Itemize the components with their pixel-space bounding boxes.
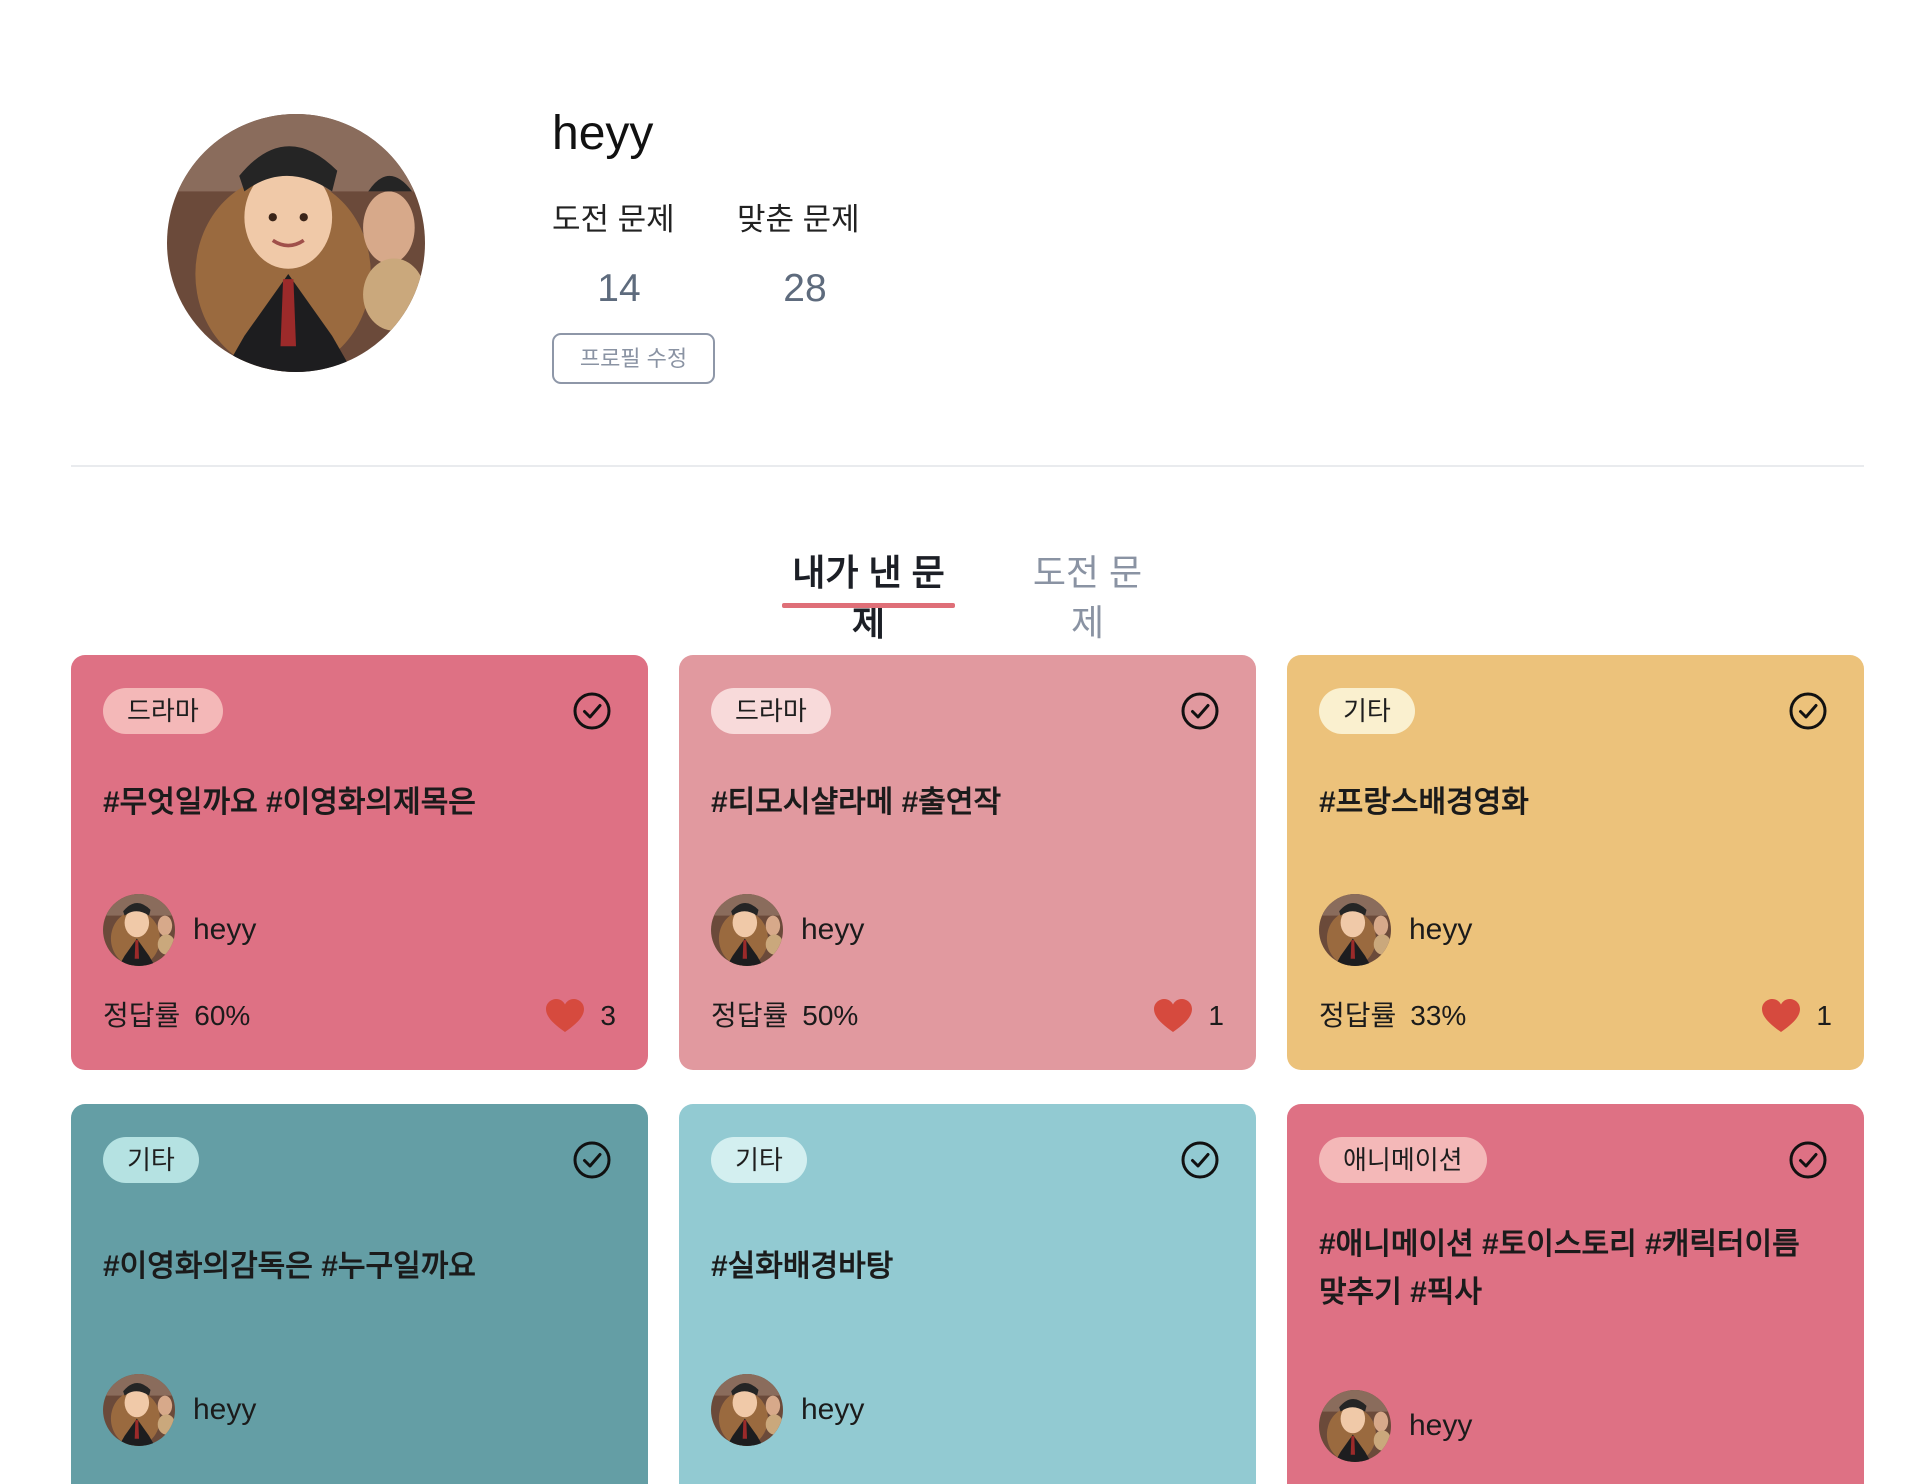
correct-rate-value: 33% — [1410, 1000, 1467, 1031]
avatar-photo — [711, 894, 783, 966]
author-avatar — [711, 894, 783, 966]
author-name: heyy — [1409, 1409, 1473, 1442]
problem-author: heyy — [1319, 894, 1472, 966]
correct-rate-label: 정답률 — [103, 1000, 181, 1031]
category-tag: 드라마 — [103, 688, 223, 734]
author-name: heyy — [801, 1393, 865, 1426]
profile-username: heyy — [552, 107, 654, 160]
check-circle-icon[interactable] — [1180, 1140, 1220, 1180]
problem-title: #이영화의감독은 #누구일까요 — [103, 1250, 476, 1283]
author-name: heyy — [193, 913, 257, 946]
problem-card[interactable]: 기타 #실화배경바탕 heyy — [679, 1104, 1256, 1484]
avatar-photo — [711, 1374, 783, 1446]
author-name: heyy — [801, 913, 865, 946]
problem-author: heyy — [711, 1374, 864, 1446]
author-name: heyy — [1409, 913, 1473, 946]
like-area[interactable]: 1 — [1152, 998, 1224, 1034]
avatar-photo — [167, 114, 425, 372]
avatar-photo — [1319, 894, 1391, 966]
problem-author: heyy — [103, 894, 256, 966]
heart-icon[interactable] — [1760, 998, 1802, 1034]
stat-value-solved: 28 — [783, 267, 827, 310]
section-divider — [71, 465, 1864, 467]
like-area[interactable]: 1 — [1760, 998, 1832, 1034]
check-circle-icon[interactable] — [572, 1140, 612, 1180]
category-tag: 기타 — [1319, 688, 1415, 734]
problem-title: #무엇일까요 #이영화의제목은 — [103, 786, 476, 819]
stat-label-solved: 맞춘 문제 — [737, 202, 860, 237]
author-avatar — [103, 894, 175, 966]
author-avatar — [1319, 894, 1391, 966]
check-circle-icon[interactable] — [1788, 691, 1828, 731]
problem-card[interactable]: 기타 #이영화의감독은 #누구일까요 heyy — [71, 1104, 648, 1484]
tab-challenged-problems[interactable]: 도전 문제 — [1020, 548, 1155, 643]
problem-title: #실화배경바탕 — [711, 1250, 894, 1283]
correct-rate-label: 정답률 — [1319, 1000, 1397, 1031]
avatar-photo — [1319, 1390, 1391, 1462]
check-circle-icon[interactable] — [1788, 1140, 1828, 1180]
correct-rate: 정답률 60% — [103, 998, 250, 1034]
check-circle-icon[interactable] — [572, 691, 612, 731]
like-area[interactable]: 3 — [544, 998, 616, 1034]
problem-author: heyy — [1319, 1390, 1472, 1462]
avatar-photo — [103, 894, 175, 966]
like-count: 1 — [1816, 1000, 1832, 1031]
stat-value-challenged: 14 — [597, 267, 641, 310]
category-tag: 기타 — [103, 1137, 199, 1183]
author-avatar — [711, 1374, 783, 1446]
problem-card[interactable]: 애니메이션 #애니메이션 #토이스토리 #캐릭터이름 맞추기 #픽사 heyy — [1287, 1104, 1864, 1484]
problem-author: heyy — [711, 894, 864, 966]
heart-icon[interactable] — [1152, 998, 1194, 1034]
correct-rate: 정답률 33% — [1319, 998, 1466, 1034]
problem-title: #티모시샬라메 #출연작 — [711, 786, 1002, 819]
problem-title: #애니메이션 #토이스토리 #캐릭터이름 맞추기 #픽사 — [1319, 1228, 1800, 1309]
profile-avatar[interactable] — [167, 114, 425, 372]
correct-rate: 정답률 50% — [711, 998, 858, 1034]
problem-title: #프랑스배경영화 — [1319, 786, 1529, 819]
correct-rate-value: 60% — [194, 1000, 251, 1031]
profile-page: heyy 도전 문제 맞춘 문제 14 28 프로필 수정 내가 낸 문제 도전… — [0, 0, 1930, 1484]
author-avatar — [1319, 1390, 1391, 1462]
stat-label-challenged: 도전 문제 — [552, 202, 675, 237]
correct-rate-value: 50% — [802, 1000, 859, 1031]
like-count: 1 — [1208, 1000, 1224, 1031]
edit-profile-button[interactable]: 프로필 수정 — [552, 333, 715, 384]
avatar-photo — [103, 1374, 175, 1446]
author-avatar — [103, 1374, 175, 1446]
author-name: heyy — [193, 1393, 257, 1426]
problem-card[interactable]: 기타 #프랑스배경영화 heyy 정답률 33% 1 — [1287, 655, 1864, 1070]
heart-icon[interactable] — [544, 998, 586, 1034]
tab-my-problems[interactable]: 내가 낸 문제 — [782, 548, 955, 643]
check-circle-icon[interactable] — [1180, 691, 1220, 731]
problem-card[interactable]: 드라마 #티모시샬라메 #출연작 heyy 정답률 50% 1 — [679, 655, 1256, 1070]
category-tag: 애니메이션 — [1319, 1137, 1487, 1183]
category-tag: 드라마 — [711, 688, 831, 734]
like-count: 3 — [600, 1000, 616, 1031]
category-tag: 기타 — [711, 1137, 807, 1183]
problem-author: heyy — [103, 1374, 256, 1446]
correct-rate-label: 정답률 — [711, 1000, 789, 1031]
problem-card[interactable]: 드라마 #무엇일까요 #이영화의제목은 heyy 정답률 60% 3 — [71, 655, 648, 1070]
